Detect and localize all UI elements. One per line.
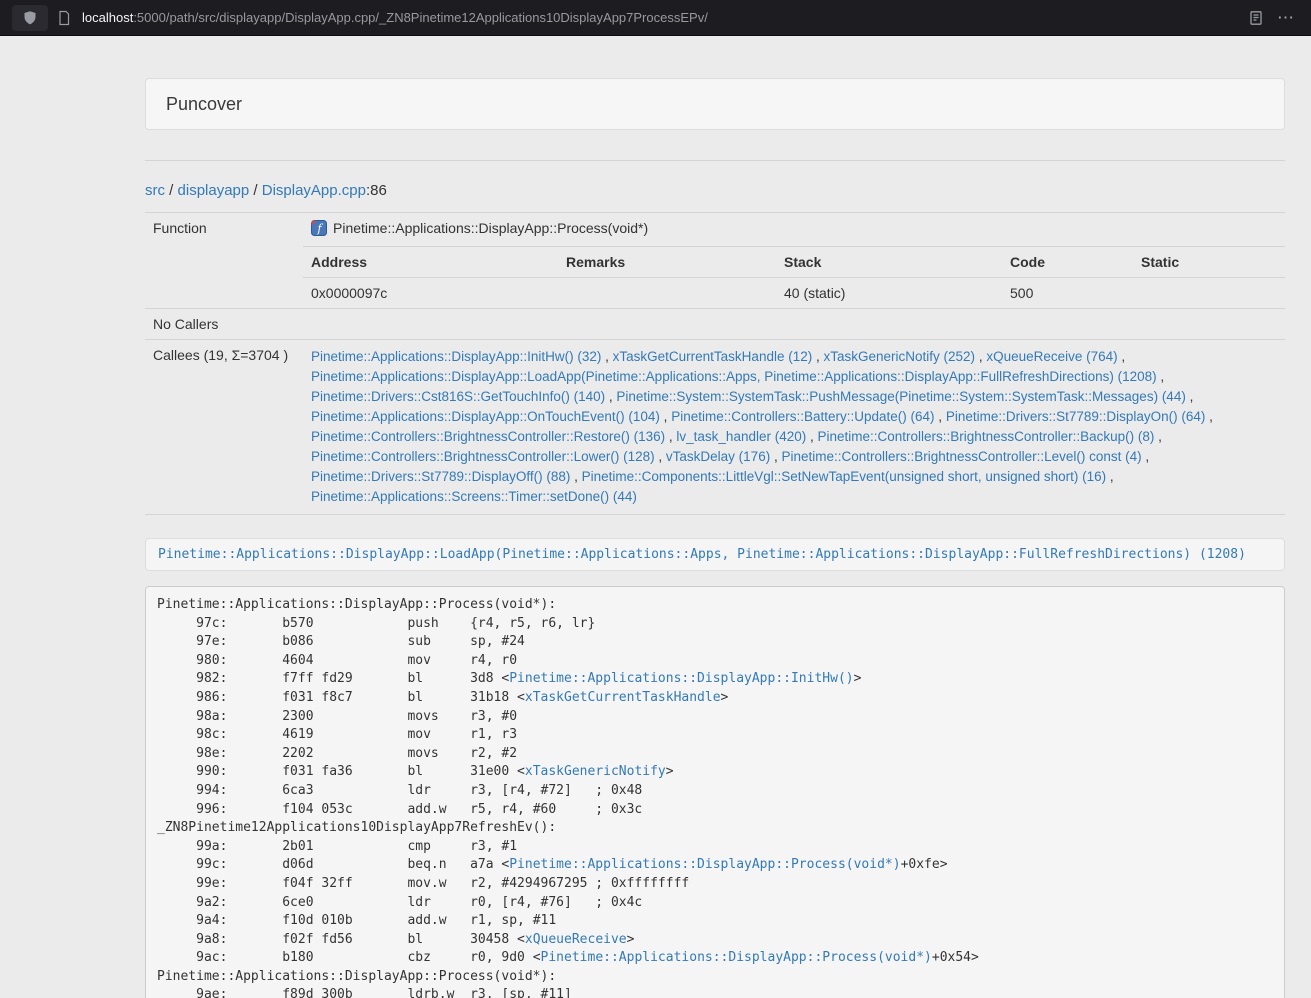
disassembly-symbol-link[interactable]: xTaskGenericNotify bbox=[525, 764, 666, 779]
disassembly-symbol-link[interactable]: Pinetime::Applications::DisplayApp::Init… bbox=[509, 671, 853, 686]
values-row: 0x0000097c 40 (static) 500 bbox=[145, 278, 1285, 309]
callee-link[interactable]: Pinetime::Applications::Screens::Timer::… bbox=[311, 489, 637, 504]
column-header-static: Static bbox=[1133, 247, 1285, 278]
function-name-cell: f Pinetime::Applications::DisplayApp::Pr… bbox=[303, 213, 1285, 247]
callee-link[interactable]: xTaskGetCurrentTaskHandle (12) bbox=[613, 349, 813, 364]
disassembly-symbol-link[interactable]: Pinetime::Applications::DisplayApp::Proc… bbox=[509, 857, 900, 872]
callee-link[interactable]: xTaskGenericNotify (252) bbox=[824, 349, 976, 364]
browser-chrome: localhost:5000/path/src/displayapp/Displ… bbox=[0, 0, 1311, 36]
callees-row: Callees (19, Σ=3704 ) Pinetime::Applicat… bbox=[145, 340, 1285, 515]
value-static bbox=[1133, 278, 1285, 309]
reader-view-icon[interactable] bbox=[1248, 10, 1264, 26]
function-table: Function f Pinetime::Applications::Displ… bbox=[145, 212, 1285, 515]
callees-list: Pinetime::Applications::DisplayApp::Init… bbox=[303, 340, 1285, 515]
callee-link[interactable]: Pinetime::Components::LittleVgl::SetNewT… bbox=[582, 469, 1107, 484]
column-header-code: Code bbox=[1002, 247, 1133, 278]
selected-callee-well: Pinetime::Applications::DisplayApp::Load… bbox=[145, 538, 1285, 571]
disassembly-symbol-link[interactable]: xQueueReceive bbox=[525, 932, 627, 947]
ellipsis-menu-icon[interactable]: ⋯ bbox=[1273, 9, 1299, 26]
breadcrumb: src / displayapp / DisplayApp.cpp:86 bbox=[145, 182, 1285, 199]
callee-link[interactable]: Pinetime::Drivers::St7789::DisplayOn() (… bbox=[946, 409, 1206, 424]
columns-header-row: Address Remarks Stack Code Static bbox=[145, 247, 1285, 278]
value-remarks bbox=[558, 278, 776, 309]
column-header-stack: Stack bbox=[776, 247, 1002, 278]
no-callers-cell bbox=[303, 309, 1285, 340]
url-path: :5000/path/src/displayapp/DisplayApp.cpp… bbox=[133, 10, 708, 25]
function-row: Function f Pinetime::Applications::Displ… bbox=[145, 213, 1285, 247]
callee-link[interactable]: vTaskDelay (176) bbox=[666, 449, 770, 464]
no-callers-row: No Callers bbox=[145, 309, 1285, 340]
tracking-shield-button[interactable] bbox=[12, 5, 48, 31]
breadcrumb-separator: / bbox=[249, 182, 262, 199]
callee-link[interactable]: Pinetime::Controllers::BrightnessControl… bbox=[311, 429, 665, 444]
breadcrumb-link[interactable]: DisplayApp.cpp bbox=[262, 182, 366, 199]
breadcrumb-link[interactable]: src bbox=[145, 182, 165, 199]
brand-title[interactable]: Puncover bbox=[166, 94, 242, 115]
callee-link[interactable]: Pinetime::Applications::DisplayApp::Load… bbox=[311, 369, 1157, 384]
function-name: Pinetime::Applications::DisplayApp::Proc… bbox=[333, 220, 648, 236]
callee-link[interactable]: Pinetime::Controllers::BrightnessControl… bbox=[311, 449, 655, 464]
no-callers-label: No Callers bbox=[145, 309, 303, 340]
callee-link[interactable]: lv_task_handler (420) bbox=[676, 429, 806, 444]
breadcrumb-line-number: :86 bbox=[366, 182, 387, 199]
value-address: 0x0000097c bbox=[303, 278, 558, 309]
column-header-address: Address bbox=[303, 247, 558, 278]
callee-link[interactable]: Pinetime::Controllers::BrightnessControl… bbox=[781, 449, 1141, 464]
content-divider bbox=[145, 160, 1285, 161]
page-icon[interactable] bbox=[57, 10, 71, 26]
disassembly-block: Pinetime::Applications::DisplayApp::Proc… bbox=[145, 586, 1285, 998]
callee-link[interactable]: Pinetime::Controllers::BrightnessControl… bbox=[818, 429, 1155, 444]
callees-label: Callees (19, Σ=3704 ) bbox=[145, 340, 303, 515]
disassembly-symbol-link[interactable]: xTaskGetCurrentTaskHandle bbox=[525, 690, 721, 705]
shield-icon bbox=[22, 10, 38, 26]
url-host: localhost bbox=[82, 10, 133, 25]
breadcrumb-link[interactable]: displayapp bbox=[178, 182, 250, 199]
disassembly-symbol-link[interactable]: Pinetime::Applications::DisplayApp::Proc… bbox=[541, 950, 932, 965]
callee-link[interactable]: Pinetime::Drivers::Cst816S::GetTouchInfo… bbox=[311, 389, 605, 404]
callee-link[interactable]: Pinetime::Applications::DisplayApp::Init… bbox=[311, 349, 601, 364]
function-row-label: Function bbox=[145, 213, 303, 309]
breadcrumb-separator: / bbox=[165, 182, 178, 199]
column-header-remarks: Remarks bbox=[558, 247, 776, 278]
function-icon: f bbox=[311, 220, 327, 239]
callee-link[interactable]: Pinetime::Applications::DisplayApp::OnTo… bbox=[311, 409, 660, 424]
url-bar[interactable]: localhost:5000/path/src/displayapp/Displ… bbox=[82, 10, 708, 25]
value-code: 500 bbox=[1002, 278, 1133, 309]
app-page: Puncover src / displayapp / DisplayApp.c… bbox=[145, 78, 1285, 998]
app-navbar: Puncover bbox=[145, 78, 1285, 130]
callee-link[interactable]: Pinetime::Drivers::St7789::DisplayOff() … bbox=[311, 469, 570, 484]
callee-link[interactable]: xQueueReceive (764) bbox=[986, 349, 1117, 364]
value-stack: 40 (static) bbox=[776, 278, 1002, 309]
selected-callee-link[interactable]: Pinetime::Applications::DisplayApp::Load… bbox=[158, 547, 1246, 562]
callee-link[interactable]: Pinetime::Controllers::Battery::Update()… bbox=[671, 409, 934, 424]
callee-link[interactable]: Pinetime::System::SystemTask::PushMessag… bbox=[616, 389, 1185, 404]
